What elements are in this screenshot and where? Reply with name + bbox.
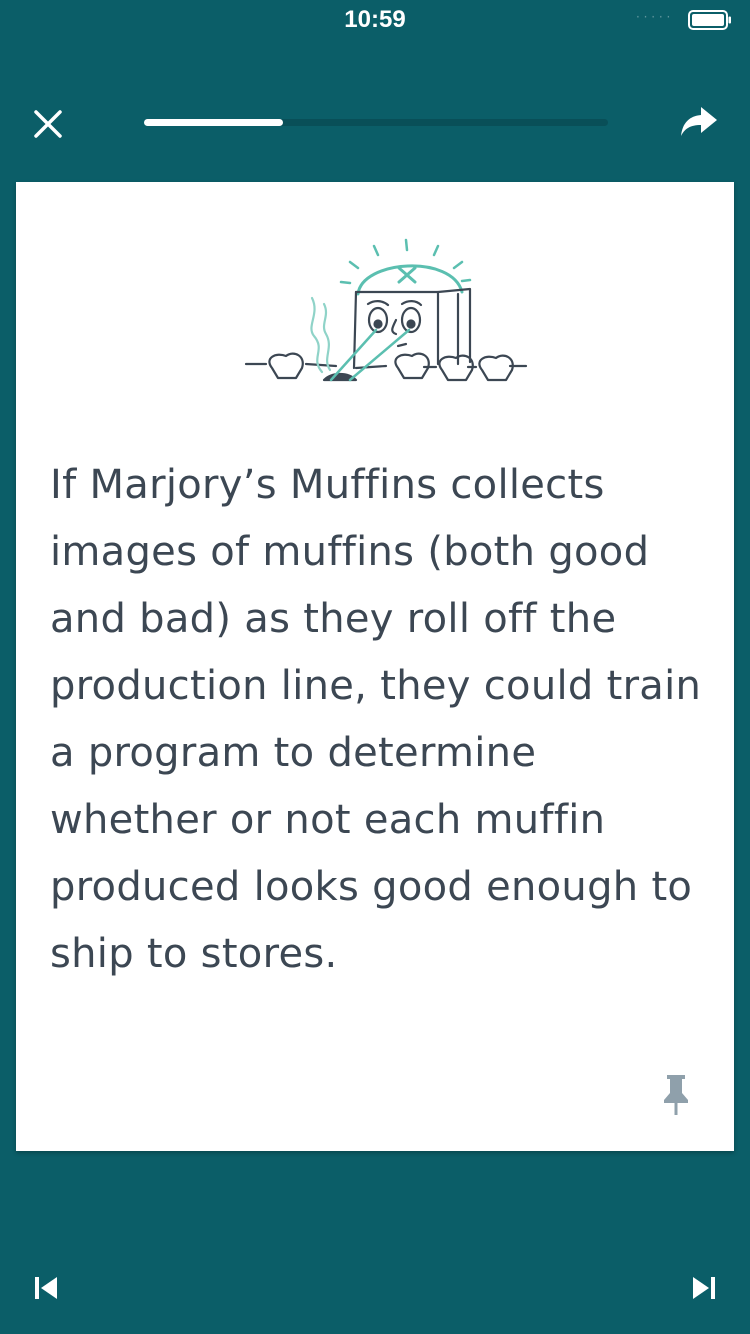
battery-full-icon: [688, 10, 731, 30]
share-button[interactable]: [676, 100, 722, 144]
lesson-text: If Marjory’s Muffins collects images of …: [50, 462, 702, 977]
lesson-card: If Marjory’s Muffins collects images of …: [16, 182, 734, 1151]
muffin-inspection-robot-illustration: [244, 238, 528, 382]
next-card-button[interactable]: [682, 1266, 726, 1310]
status-bar: 10:59 · · · · ·: [0, 0, 750, 40]
signal-indicator: · · · · ·: [636, 10, 671, 24]
close-icon: [34, 110, 62, 138]
close-button[interactable]: [26, 102, 70, 146]
lesson-progress-fill: [144, 119, 284, 126]
lesson-progress-bar: [144, 119, 608, 126]
skip-previous-icon: [35, 1277, 57, 1299]
previous-card-button[interactable]: [24, 1266, 68, 1310]
pin-button[interactable]: [656, 1070, 696, 1120]
share-arrow-icon: [681, 107, 717, 136]
pin-icon: [664, 1075, 688, 1115]
skip-next-icon: [693, 1277, 715, 1299]
